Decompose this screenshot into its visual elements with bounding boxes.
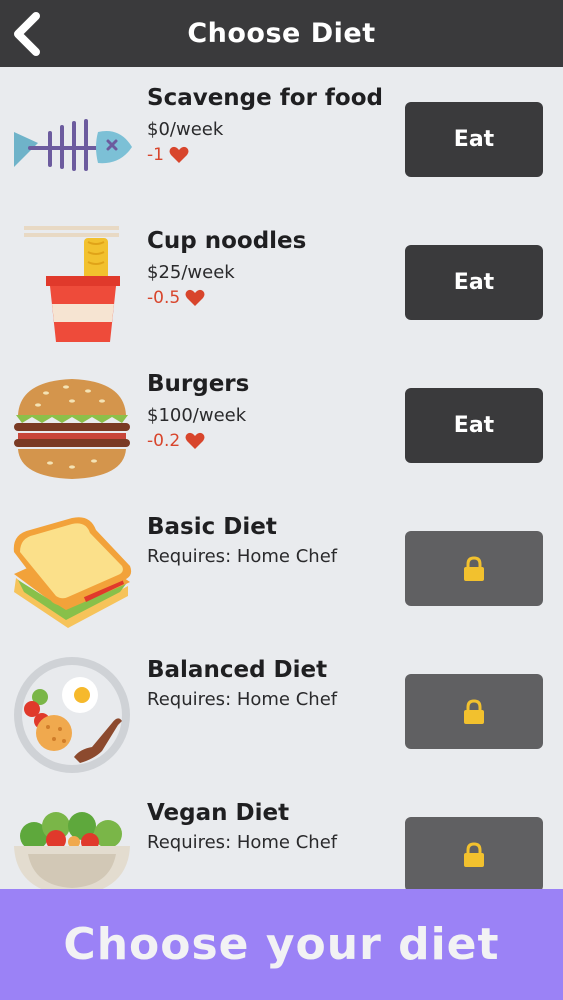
diet-row-vegan: Vegan Diet Requires: Home Chef [0, 782, 563, 889]
diet-price: $25/week [147, 262, 235, 283]
diet-price: $100/week [147, 405, 247, 426]
health-value: -0.5 [147, 288, 181, 308]
sandwich-icon [13, 517, 132, 628]
diet-price: $0/week [147, 119, 224, 140]
diet-row-cup-noodles: Cup noodles $25/week -0.5 Eat [0, 210, 563, 353]
health-change: -1 [147, 145, 189, 165]
eat-button[interactable]: Eat [405, 245, 543, 320]
diet-row-balanced: Balanced Diet Requires: Home Chef [0, 639, 563, 782]
diet-requirement: Requires: Home Chef [147, 546, 338, 567]
page-title: Choose Diet [187, 18, 376, 49]
health-change: -0.2 [147, 431, 205, 451]
balanced-plate-icon [14, 657, 130, 773]
cup-noodles-icon [24, 226, 120, 342]
locked-button[interactable] [405, 674, 543, 749]
heart-icon [185, 289, 205, 306]
burger-icon [14, 379, 130, 479]
heart-icon [185, 432, 205, 449]
lock-icon [464, 698, 484, 724]
eat-button[interactable]: Eat [405, 102, 543, 177]
health-value: -0.2 [147, 431, 181, 451]
footer-text: Choose your diet [63, 919, 500, 970]
diet-name: Cup noodles [147, 228, 307, 254]
diet-name: Balanced Diet [147, 657, 328, 683]
fish-bone-icon [14, 119, 132, 171]
health-value: -1 [147, 145, 164, 165]
lock-icon [464, 555, 484, 581]
locked-button[interactable] [405, 817, 543, 889]
diet-requirement: Requires: Home Chef [147, 689, 338, 710]
diet-name: Burgers [147, 371, 250, 397]
heart-icon [169, 146, 189, 163]
diet-list[interactable]: Scavenge for food $0/week -1 Eat Cup noo… [0, 67, 563, 889]
header-bar: Choose Diet [0, 0, 563, 67]
eat-button[interactable]: Eat [405, 388, 543, 463]
diet-row-scavenge: Scavenge for food $0/week -1 Eat [0, 67, 563, 210]
diet-name: Vegan Diet [147, 800, 290, 826]
diet-name: Scavenge for food [147, 85, 383, 111]
salad-bowl-icon [14, 812, 130, 889]
diet-name: Basic Diet [147, 514, 277, 540]
diet-row-burgers: Burgers $100/week -0.2 Eat [0, 353, 563, 496]
diet-requirement: Requires: Home Chef [147, 832, 338, 853]
footer-banner: Choose your diet [0, 889, 563, 1000]
diet-row-basic: Basic Diet Requires: Home Chef [0, 496, 563, 639]
lock-icon [464, 841, 484, 867]
locked-button[interactable] [405, 531, 543, 606]
health-change: -0.5 [147, 288, 205, 308]
